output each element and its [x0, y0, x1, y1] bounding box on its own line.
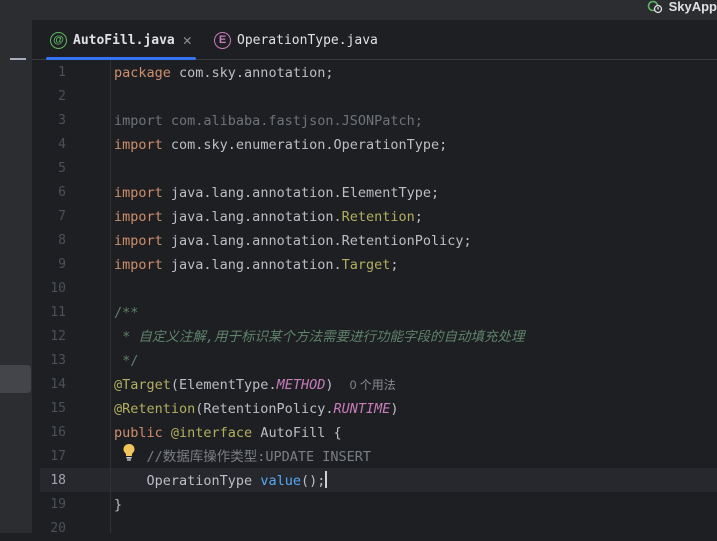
import-path: java.lang.annotation.RetentionPolicy; [162, 233, 472, 249]
tab-label: OperationType.java [237, 32, 378, 48]
line-number: 6 [58, 185, 66, 200]
code-editor[interactable]: package com.sky.annotation; import com.a… [114, 60, 717, 533]
paren-open: (RetentionPolicy. [195, 401, 334, 417]
code-line: public @interface AutoFill { [114, 421, 342, 445]
doc-comment-start: /** [114, 305, 139, 321]
tab-label: AutoFill.java [73, 32, 175, 48]
import-path: com.sky.enumeration.OperationType; [162, 137, 448, 153]
keyword: public [114, 425, 163, 441]
annotation: @Target [114, 377, 171, 393]
line-number: 19 [50, 497, 66, 512]
gutter-divider [110, 60, 111, 533]
code-line-current: OperationType value(); [114, 469, 328, 493]
editor-tab-bar: @ AutoFill.java ✕ E OperationType.java [32, 20, 717, 60]
line-number: 20 [50, 521, 66, 536]
line-number: 10 [50, 281, 66, 296]
line-number: 5 [58, 161, 66, 176]
selected-tool-window-button[interactable] [0, 365, 31, 393]
annotation-name: AutoFill [252, 425, 326, 441]
keyword: import [114, 137, 163, 153]
code-line: import java.lang.annotation.Retention; [114, 205, 423, 229]
paren-close: ) [390, 401, 399, 417]
interface-keyword: @interface [162, 425, 253, 441]
code-line: } [114, 497, 123, 513]
annotation-file-icon: @ [50, 31, 67, 49]
run-config-icon [647, 0, 662, 14]
line-number: 1 [58, 65, 66, 80]
line-number: 17 [50, 449, 66, 464]
code-line: import java.lang.annotation.RetentionPol… [114, 229, 472, 253]
line-number: 7 [58, 209, 66, 224]
doc-comment-body: * 自定义注解,用于标识某个方法需要进行功能字段的自动填充处理 [114, 329, 525, 345]
import-path: java.lang.annotation. [162, 257, 342, 273]
code-line-unused-import: import com.alibaba.fastjson.JSONPatch; [114, 113, 423, 129]
line-number: 9 [58, 257, 66, 272]
lightbulb-intention-icon[interactable] [122, 443, 136, 461]
line-number: 8 [58, 233, 66, 248]
menu-icon[interactable] [10, 58, 26, 60]
line-number: 16 [50, 425, 66, 440]
keyword: import [114, 209, 163, 225]
code-line: import java.lang.annotation.Target; [114, 253, 399, 277]
paren-open: (ElementType. [170, 377, 277, 393]
semicolon: ; [390, 257, 399, 273]
code-line: @Target(ElementType.METHOD) 0 个用法 [114, 373, 396, 397]
code-line: import com.sky.enumeration.OperationType… [114, 133, 447, 157]
method-parens: (); [300, 473, 326, 489]
code-line: package com.sky.annotation; [114, 61, 333, 85]
project-tool-strip [0, 20, 32, 533]
tab-autofill-java[interactable]: @ AutoFill.java ✕ [46, 20, 196, 60]
enum-constant: RUNTIME [333, 401, 391, 417]
keyword: import [114, 185, 163, 201]
return-type: OperationType [114, 473, 261, 489]
doc-comment-end: */ [114, 353, 139, 369]
usages-inlay-hint[interactable]: 0 个用法 [350, 378, 396, 392]
title-bar: SkyApp [0, 0, 717, 20]
keyword: import [114, 257, 163, 273]
paren-close: ) [325, 377, 334, 393]
line-comment: //数据库操作类型:UPDATE INSERT [114, 449, 372, 465]
line-number: 3 [58, 113, 66, 128]
enum-file-icon: E [214, 31, 231, 49]
line-number: 13 [50, 353, 66, 368]
line-number: 4 [58, 137, 66, 152]
tab-operationtype-java[interactable]: E OperationType.java [214, 20, 378, 60]
keyword: import [114, 233, 163, 249]
run-configuration-selector[interactable]: SkyApp [647, 0, 717, 16]
method-name: value [260, 473, 301, 489]
enum-constant: METHOD [276, 377, 326, 393]
open-brace: { [325, 425, 342, 441]
run-config-label: SkyApp [668, 0, 717, 14]
line-number: 12 [50, 329, 66, 344]
line-number: 11 [50, 305, 66, 320]
line-number: 2 [58, 89, 66, 104]
text-cursor [325, 471, 328, 488]
semicolon: ; [414, 209, 423, 225]
package-name: com.sky.annotation; [170, 65, 334, 81]
annotation: @Retention [114, 401, 196, 417]
line-number: 14 [50, 377, 66, 392]
annotation-type: Target [341, 257, 391, 273]
keyword: package [114, 65, 171, 81]
code-line: import java.lang.annotation.ElementType; [114, 181, 439, 205]
import-path: java.lang.annotation. [162, 209, 342, 225]
line-number-gutter[interactable]: 1 2 3 4 5 6 7 8 9 10 11 12 13 14 15 16 1… [40, 60, 98, 536]
line-number-current: 18 [50, 473, 66, 488]
close-tab-icon[interactable]: ✕ [183, 31, 192, 49]
code-line: @Retention(RetentionPolicy.RUNTIME) [114, 397, 399, 421]
import-path: java.lang.annotation.ElementType; [162, 185, 440, 201]
annotation-type: Retention [341, 209, 415, 225]
line-number: 15 [50, 401, 66, 416]
